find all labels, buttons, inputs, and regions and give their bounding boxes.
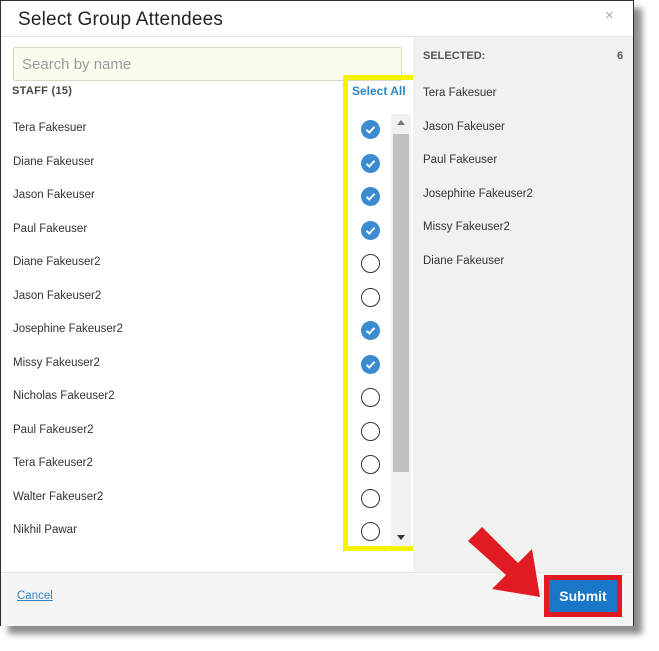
checked-circle-icon[interactable] — [361, 187, 380, 206]
checked-circle-icon[interactable] — [361, 354, 380, 374]
staff-name: Nicholas Fakeuser2 — [13, 390, 115, 402]
staff-name: Nikhil Pawar — [13, 524, 77, 536]
checked-circle-icon[interactable] — [361, 153, 380, 173]
staff-pane: STAFF (15) Select All Tera Fakesuer Diane… — [1, 37, 423, 572]
staff-row[interactable]: Josephine Fakeuser2 — [1, 314, 389, 347]
staff-row[interactable]: Jason Fakeuser2 — [1, 281, 389, 314]
staff-scrollbar[interactable] — [391, 114, 411, 546]
staff-row[interactable]: Nicholas Fakeuser2 — [1, 381, 389, 414]
select-all-link[interactable]: Select All — [352, 84, 406, 98]
selected-item: Paul Fakeuser — [423, 154, 498, 166]
staff-name: Paul Fakeuser — [13, 222, 88, 235]
staff-count-label: STAFF (15) — [12, 85, 73, 97]
annotation-submit-box: Submit — [544, 575, 622, 617]
staff-name: Diane Fakeuser — [13, 155, 95, 168]
selected-pane: SELECTED: 6 Tera Fakesuer Jason Fakeuser P… — [413, 37, 633, 572]
unchecked-circle-icon[interactable] — [361, 522, 380, 541]
staff-name: Tera Fakesuer — [13, 122, 87, 134]
unchecked-circle-icon[interactable] — [361, 388, 380, 407]
unchecked-circle-icon[interactable] — [361, 421, 380, 441]
close-icon[interactable]: × — [605, 7, 614, 24]
selected-count: 6 — [617, 50, 624, 62]
selected-item: Tera Fakesuer — [423, 87, 497, 99]
staff-row[interactable]: Missy Fakeuser2 — [1, 348, 389, 381]
staff-row[interactable]: Tera Fakesuer — [1, 113, 389, 146]
staff-row[interactable]: Jason Fakeuser — [1, 180, 389, 213]
submit-button[interactable]: Submit — [549, 580, 617, 612]
staff-name: Missy Fakeuser2 — [13, 356, 100, 369]
staff-name: Tera Fakeuser2 — [13, 457, 93, 469]
selected-item: Missy Fakeuser2 — [423, 221, 510, 233]
checked-circle-icon[interactable] — [361, 220, 380, 240]
selected-item: Josephine Fakeuser2 — [423, 187, 533, 200]
dialog-title: Select Group Attendees — [18, 9, 224, 30]
staff-row[interactable]: Paul Fakeuser — [1, 214, 389, 247]
staff-name: Walter Fakeuser2 — [13, 490, 104, 503]
checked-circle-icon[interactable] — [361, 120, 380, 139]
scroll-thumb[interactable] — [393, 134, 409, 472]
staff-name: Paul Fakeuser2 — [13, 423, 94, 436]
scroll-up-icon[interactable] — [391, 114, 411, 131]
staff-row[interactable]: Diane Fakeuser2 — [1, 247, 389, 280]
staff-row[interactable]: Tera Fakeuser2 — [1, 448, 389, 481]
checked-circle-icon[interactable] — [361, 321, 380, 340]
staff-name: Diane Fakeuser2 — [13, 256, 101, 268]
staff-name: Josephine Fakeuser2 — [13, 323, 123, 335]
unchecked-circle-icon[interactable] — [361, 455, 380, 474]
unchecked-circle-icon[interactable] — [361, 287, 380, 307]
staff-row[interactable]: Nikhil Pawar — [1, 515, 389, 548]
annotation-arrow-icon — [468, 527, 540, 597]
cancel-link[interactable]: Cancel — [17, 590, 53, 602]
search-input[interactable] — [13, 47, 402, 81]
selected-item: Diane Fakeuser — [423, 254, 505, 267]
staff-name: Jason Fakeuser — [13, 189, 95, 201]
unchecked-circle-icon[interactable] — [361, 488, 380, 508]
staff-row[interactable]: Diane Fakeuser — [1, 147, 389, 180]
selected-item: Jason Fakeuser — [423, 120, 505, 133]
staff-name: Jason Fakeuser2 — [13, 289, 102, 302]
scroll-down-icon[interactable] — [391, 529, 411, 546]
staff-row[interactable]: Paul Fakeuser2 — [1, 415, 389, 448]
unchecked-circle-icon[interactable] — [361, 254, 380, 273]
selected-label: SELECTED: — [423, 50, 486, 62]
staff-row[interactable]: Walter Fakeuser2 — [1, 482, 389, 515]
